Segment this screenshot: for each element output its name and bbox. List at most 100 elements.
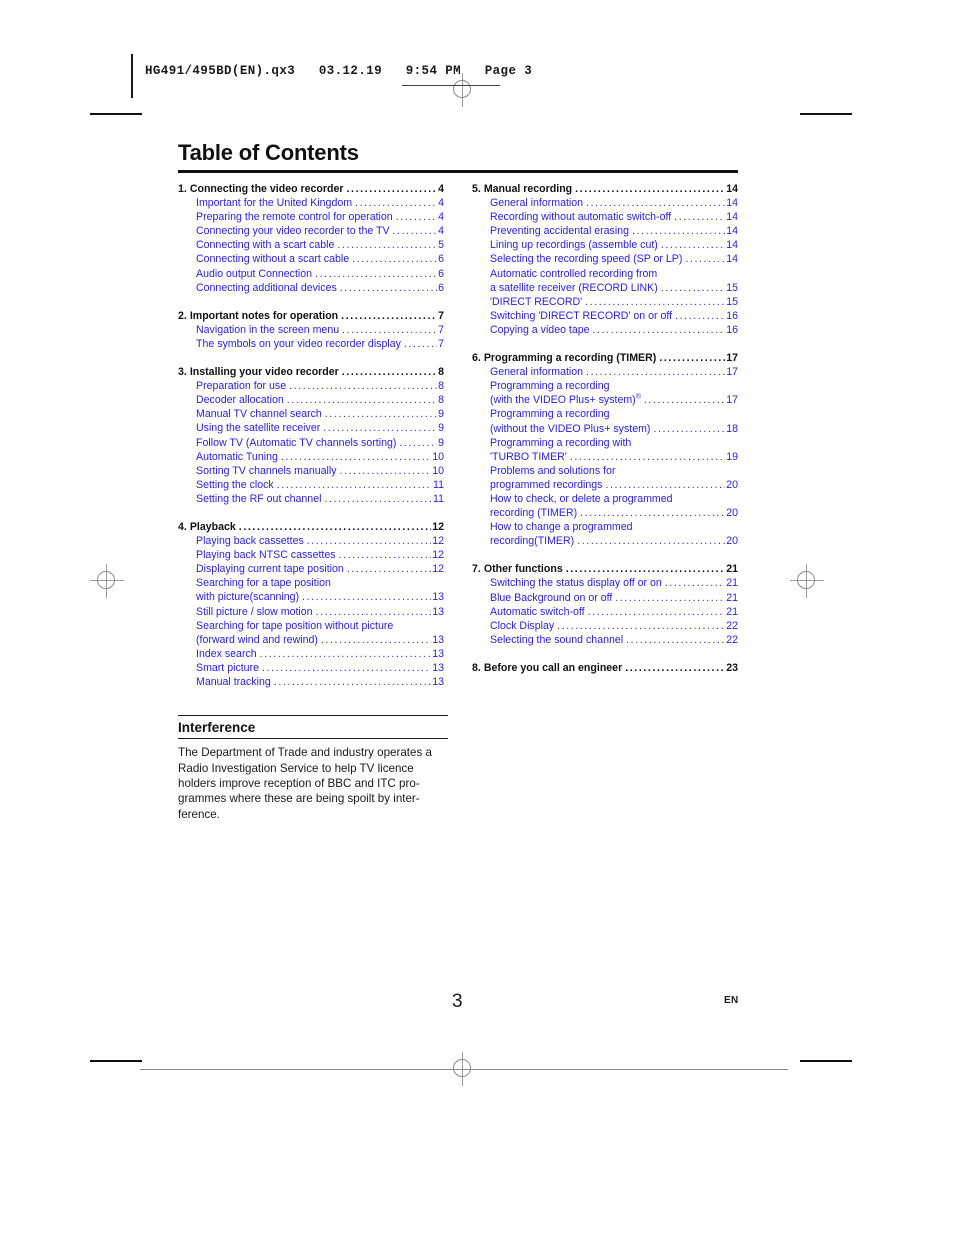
toc-page-number: 6: [438, 281, 444, 294]
toc-leader-dots: ........................................…: [286, 394, 437, 407]
toc-sub-entry[interactable]: Connecting additional devices...........…: [178, 281, 444, 295]
toc-sub-entry[interactable]: Automatic switch-off....................…: [472, 605, 738, 619]
toc-sub-entry[interactable]: Manual tracking.........................…: [178, 675, 444, 689]
toc-sub-entry[interactable]: Follow TV (Automatic TV channels sorting…: [178, 436, 444, 450]
toc-sub-entry[interactable]: Decoder allocation......................…: [178, 393, 444, 407]
interference-rule-bottom: [178, 738, 448, 740]
toc-section-entry[interactable]: 3. Installing your video recorder........…: [178, 365, 444, 379]
toc-sub-entry[interactable]: Still picture / slow motion.............…: [178, 605, 444, 619]
toc-sub-entry[interactable]: Searching for tape position without pict…: [178, 619, 444, 633]
toc-sub-entry[interactable]: General information.....................…: [472, 196, 738, 210]
interference-heading: Interference: [178, 720, 256, 736]
toc-page-number: 13: [432, 676, 444, 688]
toc-sub-entry[interactable]: Sorting TV channels manually............…: [178, 464, 444, 478]
toc-sub-entry[interactable]: General information.....................…: [472, 365, 738, 379]
toc-leader-dots: ........................................…: [586, 366, 725, 379]
toc-sub-entry[interactable]: Selecting the sound channel.............…: [472, 633, 738, 647]
toc-sub-entry[interactable]: Using the satellite receiver............…: [178, 421, 444, 435]
toc-page-number: 14: [726, 211, 738, 224]
toc-sub-entry[interactable]: (without the VIDEO Plus+ system)........…: [472, 422, 738, 436]
toc-sub-entry[interactable]: Important for the United Kingdom........…: [178, 196, 444, 210]
toc-section-entry[interactable]: 4. Playback..............................…: [178, 520, 444, 534]
toc-sub-entry[interactable]: How to check, or delete a programmed: [472, 492, 738, 506]
toc-sub-entry[interactable]: Connecting without a scart cable........…: [178, 252, 444, 266]
toc-leader-dots: ........................................…: [660, 281, 726, 294]
toc-section-entry[interactable]: 1. Connecting the video recorder.........…: [178, 182, 444, 196]
toc-sub-entry[interactable]: Automatic controlled recording from: [472, 267, 738, 281]
toc-section-number: 7.: [472, 563, 481, 576]
toc-entry-label: Decoder allocation: [196, 394, 284, 407]
toc-sub-entry[interactable]: Programming a recording: [472, 407, 738, 421]
toc-entry-label: Programming a recording: [490, 380, 610, 393]
toc-leader-dots: ........................................…: [352, 253, 437, 266]
toc-entry-label: Still picture / slow motion: [196, 605, 313, 618]
toc-sub-entry[interactable]: 'TURBO TIMER'...........................…: [472, 450, 738, 464]
toc-section-entry[interactable]: 5. Manual recording......................…: [472, 182, 738, 196]
toc-section-number: 5.: [472, 183, 481, 195]
toc-entry-label: Automatic switch-off: [490, 605, 585, 618]
toc-sub-entry[interactable]: Audio output Connection.................…: [178, 267, 444, 281]
toc-sub-entry[interactable]: (with the VIDEO Plus+ system)®..........…: [472, 393, 738, 407]
toc-sub-entry[interactable]: Navigation in the screen menu...........…: [178, 323, 444, 337]
toc-entry-label: The symbols on your video recorder displ…: [196, 337, 401, 350]
toc-sub-entry[interactable]: Problems and solutions for: [472, 464, 738, 478]
crop-mark-bottom-left: [90, 1060, 142, 1062]
toc-page-number: 16: [726, 309, 738, 322]
toc-page-number: 11: [433, 492, 444, 505]
toc-sub-entry[interactable]: Connecting your video recorder to the TV…: [178, 224, 444, 238]
toc-sub-entry[interactable]: Clock Display...........................…: [472, 619, 738, 633]
toc-sub-entry[interactable]: Lining up recordings (assemble cut).....…: [472, 238, 738, 252]
file-header-text: HG491/495BD(EN).qx3 03.12.19 9:54 PM Pag…: [145, 64, 533, 78]
toc-sub-entry[interactable]: Index search............................…: [178, 647, 444, 661]
toc-section-entry[interactable]: 2. Important notes for operation.........…: [178, 309, 444, 323]
toc-sub-entry[interactable]: Automatic Tuning........................…: [178, 450, 444, 464]
toc-page-number: 11: [433, 478, 444, 491]
toc-sub-entry[interactable]: How to change a programmed: [472, 520, 738, 534]
toc-sub-entry[interactable]: Preparation for use.....................…: [178, 379, 444, 393]
toc-section-entry[interactable]: 6. Programming a recording (TIMER).......…: [472, 351, 738, 365]
toc-sub-entry[interactable]: with picture(scanning)..................…: [178, 590, 444, 604]
toc-page-number: 10: [432, 464, 444, 477]
toc-sub-entry[interactable]: Playing back cassettes..................…: [178, 534, 444, 548]
toc-sub-entry[interactable]: Switching the status display off or on..…: [472, 576, 738, 590]
toc-entry-label: Preventing accidental erasing: [490, 225, 629, 238]
toc-sub-entry[interactable]: Connecting with a scart cable...........…: [178, 238, 444, 252]
toc-sub-entry[interactable]: Setting the RF out channel..............…: [178, 492, 444, 506]
toc-leader-dots: ........................................…: [337, 239, 438, 252]
toc-section: 6. Programming a recording (TIMER).......…: [472, 351, 738, 548]
toc-leader-dots: ........................................…: [587, 605, 726, 618]
toc-sub-entry[interactable]: Setting the clock.......................…: [178, 478, 444, 492]
toc-entry-label: (forward wind and rewind): [196, 633, 318, 646]
toc-sub-entry[interactable]: Programming a recording with: [472, 436, 738, 450]
toc-sub-entry[interactable]: Blue Background on or off...............…: [472, 591, 738, 605]
toc-entry-label: Follow TV (Automatic TV channels sorting…: [196, 436, 397, 449]
toc-page-number: 8: [438, 380, 444, 393]
toc-sub-entry[interactable]: Recording without automatic switch-off..…: [472, 210, 738, 224]
toc-entry-label: Playing back NTSC cassettes: [196, 549, 336, 562]
toc-sub-entry[interactable]: programmed recordings...................…: [472, 478, 738, 492]
toc-sub-entry[interactable]: Preventing accidental erasing...........…: [472, 224, 738, 238]
toc-sub-entry[interactable]: Selecting the recording speed (SP or LP)…: [472, 252, 738, 266]
toc-page-number: 14: [726, 197, 738, 210]
toc-sub-entry[interactable]: Manual TV channel search................…: [178, 407, 444, 421]
toc-section-entry[interactable]: 8. Before you call an engineer...........…: [472, 661, 738, 675]
toc-leader-dots: ........................................…: [324, 408, 437, 421]
toc-sub-entry[interactable]: Displaying current tape position........…: [178, 562, 444, 576]
toc-sub-entry[interactable]: 'DIRECT RECORD'.........................…: [472, 295, 738, 309]
toc-sub-entry[interactable]: Preparing the remote control for operati…: [178, 210, 444, 224]
toc-sub-entry[interactable]: a satellite receiver (RECORD LINK)......…: [472, 281, 738, 295]
toc-sub-entry[interactable]: recording (TIMER).......................…: [472, 506, 738, 520]
toc-sub-entry[interactable]: Programming a recording: [472, 379, 738, 393]
toc-entry-label: Setting the clock: [196, 478, 274, 491]
toc-sub-entry[interactable]: Searching for a tape position: [178, 576, 444, 590]
toc-sub-entry[interactable]: Playing back NTSC cassettes.............…: [178, 548, 444, 562]
toc-entry-label: Switching the status display off or on: [490, 577, 662, 590]
toc-sub-entry[interactable]: Smart picture...........................…: [178, 661, 444, 675]
toc-sub-entry[interactable]: Switching 'DIRECT RECORD' on or off.....…: [472, 309, 738, 323]
toc-page-number: 19: [726, 450, 738, 463]
toc-section-entry[interactable]: 7. Other functions.......................…: [472, 562, 738, 576]
toc-sub-entry[interactable]: The symbols on your video recorder displ…: [178, 337, 444, 351]
toc-sub-entry[interactable]: (forward wind and rewind)...............…: [178, 633, 444, 647]
toc-sub-entry[interactable]: Copying a video tape....................…: [472, 323, 738, 337]
toc-sub-entry[interactable]: recording(TIMER)........................…: [472, 534, 738, 548]
